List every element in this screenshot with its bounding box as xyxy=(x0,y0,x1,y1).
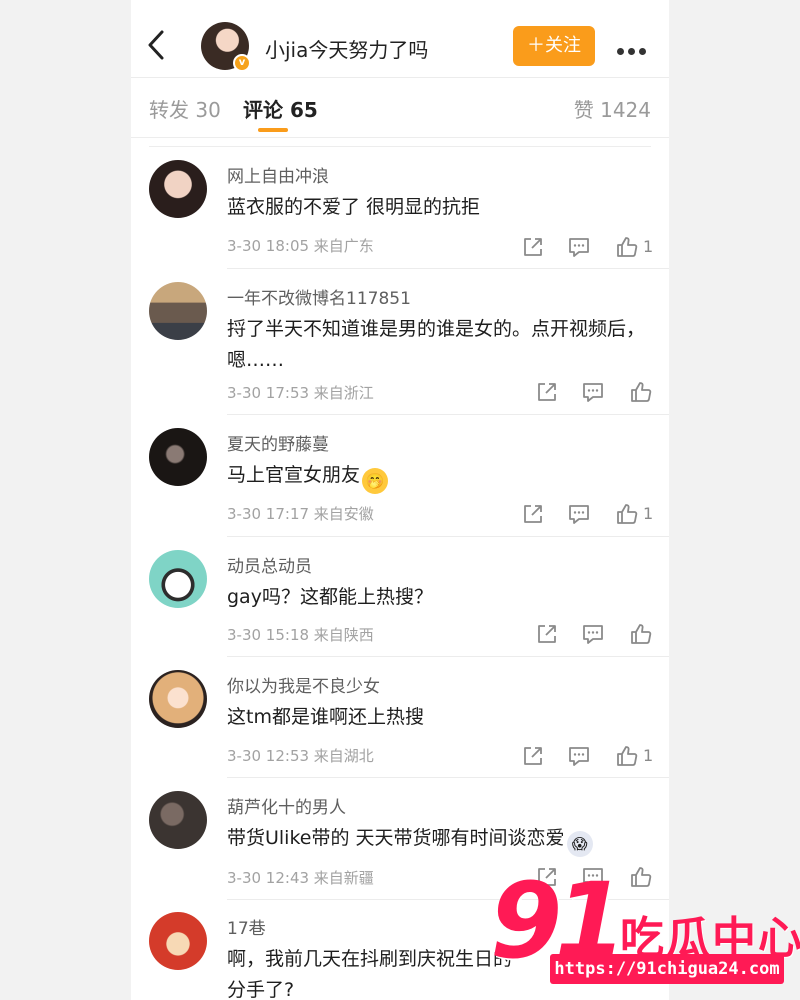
comment-text-body: 啊，我前几天在抖刷到庆祝生日的 xyxy=(227,948,513,970)
commenter-avatar[interactable] xyxy=(149,670,207,728)
weibo-comment-page: v 小jia今天努力了吗 ＋关注 转发 30 评论 65 赞 1424 网上自由… xyxy=(131,0,669,1000)
share-icon[interactable] xyxy=(535,622,559,646)
site-watermark: 91 吃瓜中心 https://91chigua24.com xyxy=(486,866,800,1000)
verified-badge-icon: v xyxy=(233,54,251,72)
divider xyxy=(149,146,651,147)
commenter-avatar[interactable] xyxy=(149,428,207,486)
comment-icon[interactable] xyxy=(581,622,605,646)
comment-text: 蓝衣服的不爱了 很明显的抗拒 xyxy=(227,196,481,218)
follow-button[interactable]: ＋关注 xyxy=(513,26,595,66)
comment-text: 马上官宣女朋友 🤭 xyxy=(227,460,647,494)
commenter-avatar[interactable] xyxy=(149,282,207,340)
comment-icon[interactable] xyxy=(581,380,605,404)
share-icon[interactable] xyxy=(521,235,545,259)
comment-icon[interactable] xyxy=(567,502,591,526)
tab-likes[interactable]: 赞 1424 xyxy=(574,94,651,123)
comment-meta: 3-30 12:43 来自新疆 xyxy=(227,869,374,887)
commenter-name[interactable]: 一年不改微博名117851 xyxy=(227,284,411,309)
commenter-name[interactable]: 葫芦化十的男人 xyxy=(227,793,346,818)
scared-face-emoji-icon: 😱 xyxy=(566,831,593,857)
divider xyxy=(227,414,669,415)
comment-text-body: 带货Ulike带的 天天带货哪有时间谈恋爱 xyxy=(227,827,565,849)
more-options-icon[interactable] xyxy=(617,40,651,55)
top-nav-bar: v 小jia今天努力了吗 ＋关注 xyxy=(131,0,669,78)
comment-text: 带货Ulike带的 天天带货哪有时间谈恋爱 😱 xyxy=(227,823,647,857)
divider xyxy=(227,268,669,269)
commenter-name[interactable]: 夏天的野藤蔓 xyxy=(227,430,329,455)
commenter-avatar[interactable] xyxy=(149,912,207,970)
commenter-name[interactable]: 你以为我是不良少女 xyxy=(227,672,380,697)
like-count: 1 xyxy=(643,237,654,256)
tab-reposts[interactable]: 转发 30 xyxy=(149,94,221,123)
comment-meta: 3-30 18:05 来自广东 xyxy=(227,237,374,255)
comment-text: 这tm都是谁啊还上热搜 xyxy=(227,706,424,728)
commenter-avatar[interactable] xyxy=(149,791,207,849)
tab-bar: 转发 30 评论 65 赞 1424 xyxy=(131,78,669,138)
divider xyxy=(227,656,669,657)
covering-mouth-emoji-icon: 🤭 xyxy=(362,468,389,494)
like-count: 1 xyxy=(643,746,654,765)
divider xyxy=(227,536,669,537)
divider xyxy=(227,777,669,778)
watermark-url: https://91chigua24.com xyxy=(550,954,784,984)
author-name[interactable]: 小jia今天努力了吗 xyxy=(265,34,428,63)
comment-text: gay吗？这都能上热搜？ xyxy=(227,586,433,608)
like-thumb-icon[interactable] xyxy=(615,502,639,526)
comment-meta: 3-30 17:17 来自安徽 xyxy=(227,505,374,523)
comment-text: 捋了半天不知道谁是男的谁是女的。点开视频后，嗯…… xyxy=(227,318,646,371)
comment-actions xyxy=(535,622,655,646)
share-icon[interactable] xyxy=(521,744,545,768)
comment-meta: 3-30 17:53 来自浙江 xyxy=(227,384,374,402)
like-thumb-icon[interactable] xyxy=(629,380,653,404)
active-tab-indicator xyxy=(258,128,288,132)
comment-text-continued: 分手了? xyxy=(227,979,295,1000)
like-count: 1 xyxy=(643,504,654,523)
comment-actions: 1 xyxy=(521,235,661,259)
share-icon[interactable] xyxy=(521,502,545,526)
commenter-avatar[interactable] xyxy=(149,160,207,218)
like-thumb-icon[interactable] xyxy=(615,235,639,259)
comment-meta: 3-30 15:18 来自陕西 xyxy=(227,626,374,644)
comment-meta: 3-30 12:53 来自湖北 xyxy=(227,747,374,765)
commenter-name[interactable]: 网上自由冲浪 xyxy=(227,162,329,187)
comment-actions xyxy=(535,380,655,404)
commenter-name[interactable]: 17巷 xyxy=(227,914,266,939)
commenter-name[interactable]: 动员总动员 xyxy=(227,552,312,577)
comment-icon[interactable] xyxy=(567,235,591,259)
commenter-avatar[interactable] xyxy=(149,550,207,608)
comment-icon[interactable] xyxy=(567,744,591,768)
comment-text-body: 马上官宣女朋友 xyxy=(227,464,361,486)
comment-actions: 1 xyxy=(521,502,661,526)
comment-actions: 1 xyxy=(521,744,661,768)
share-icon[interactable] xyxy=(535,380,559,404)
back-arrow-icon[interactable] xyxy=(145,28,167,62)
like-thumb-icon[interactable] xyxy=(629,622,653,646)
like-thumb-icon[interactable] xyxy=(615,744,639,768)
